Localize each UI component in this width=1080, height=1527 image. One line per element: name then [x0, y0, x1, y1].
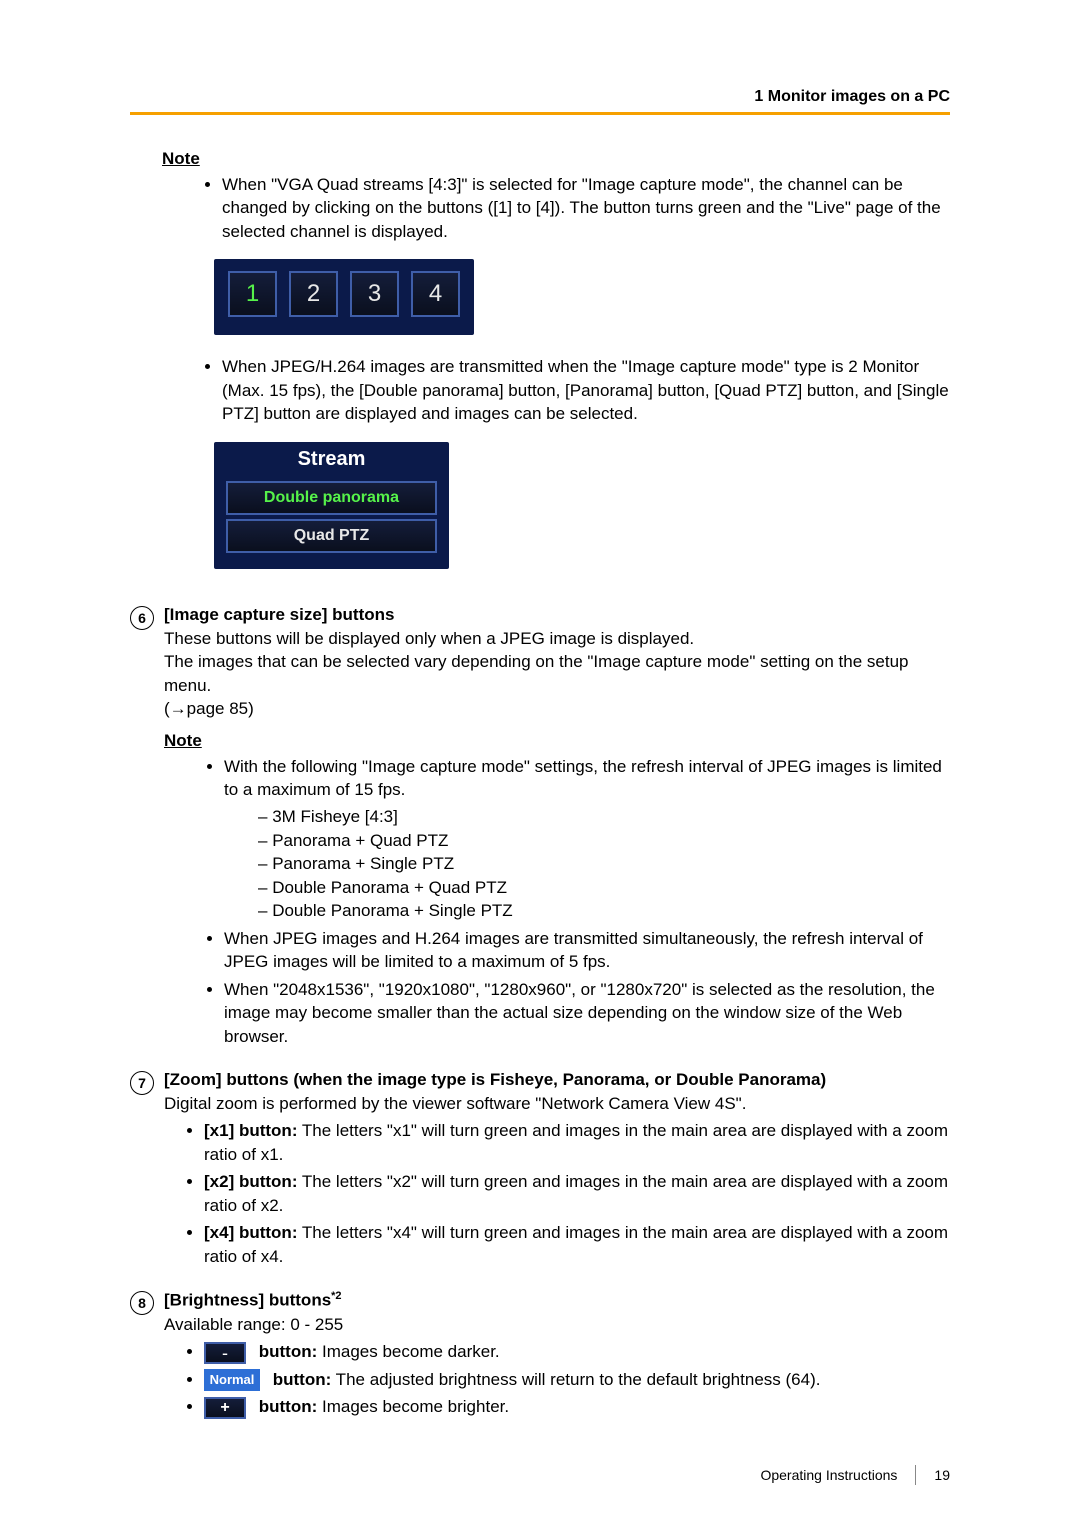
note-heading: Note	[164, 731, 950, 751]
mode-item: Double Panorama + Single PTZ	[258, 899, 950, 922]
item-6-text: These buttons will be displayed only whe…	[164, 627, 950, 650]
item-7-title: [Zoom] buttons (when the image type is F…	[164, 1070, 950, 1090]
footer-divider	[915, 1465, 916, 1485]
item-number-7: 7	[130, 1071, 154, 1095]
channel-button-2[interactable]: 2	[289, 271, 338, 317]
mode-item: Double Panorama + Quad PTZ	[258, 876, 950, 899]
header-rule	[130, 112, 950, 115]
note-text: When JPEG images and H.264 images are tr…	[224, 927, 950, 974]
footnote-mark: *2	[331, 1290, 341, 1302]
brightness-normal-desc: Normal button: The adjusted brightness w…	[204, 1368, 950, 1392]
item-number-8: 8	[130, 1291, 154, 1315]
item-6-text: The images that can be selected vary dep…	[164, 650, 950, 697]
item-number-6: 6	[130, 606, 154, 630]
brightness-plus-button[interactable]: +	[204, 1397, 246, 1419]
brightness-range: Available range: 0 - 255	[164, 1313, 950, 1336]
footer-page-number: 19	[934, 1467, 950, 1483]
zoom-x2-desc: [x2] button: The letters "x2" will turn …	[204, 1170, 950, 1217]
page-footer: Operating Instructions 19	[760, 1465, 950, 1485]
channel-button-4[interactable]: 4	[411, 271, 460, 317]
mode-item: Panorama + Single PTZ	[258, 852, 950, 875]
item-7-text: Digital zoom is performed by the viewer …	[164, 1092, 950, 1115]
channel-selector-figure: 1 2 3 4	[214, 259, 474, 335]
mode-item: 3M Fisheye [4:3]	[258, 805, 950, 828]
brightness-plus-desc: + button: Images become brighter.	[204, 1395, 950, 1419]
item-6-title: [Image capture size] buttons	[164, 605, 950, 625]
channel-button-3[interactable]: 3	[350, 271, 399, 317]
note-text: With the following "Image capture mode" …	[224, 755, 950, 923]
item-6-text: (→page 85)	[164, 697, 950, 720]
note-text: When "VGA Quad streams [4:3]" is selecte…	[222, 173, 950, 243]
note-text: When JPEG/H.264 images are transmitted w…	[222, 355, 950, 425]
brightness-minus-desc: - button: Images become darker.	[204, 1340, 950, 1364]
zoom-x1-desc: [x1] button: The letters "x1" will turn …	[204, 1119, 950, 1166]
note-text: When "2048x1536", "1920x1080", "1280x960…	[224, 978, 950, 1048]
brightness-minus-button[interactable]: -	[204, 1342, 246, 1364]
stream-button-double-panorama[interactable]: Double panorama	[226, 481, 437, 515]
stream-title: Stream	[214, 442, 449, 477]
channel-button-1[interactable]: 1	[228, 271, 277, 317]
brightness-normal-button[interactable]: Normal	[204, 1369, 260, 1391]
stream-button-quad-ptz[interactable]: Quad PTZ	[226, 519, 437, 553]
footer-doc-name: Operating Instructions	[760, 1467, 897, 1483]
stream-selector-figure: Stream Double panorama Quad PTZ	[214, 442, 449, 569]
mode-item: Panorama + Quad PTZ	[258, 829, 950, 852]
item-8-title: [Brightness] buttons*2	[164, 1290, 950, 1311]
zoom-x4-desc: [x4] button: The letters "x4" will turn …	[204, 1221, 950, 1268]
note-heading: Note	[162, 149, 950, 169]
page-header: 1 Monitor images on a PC	[130, 88, 950, 106]
